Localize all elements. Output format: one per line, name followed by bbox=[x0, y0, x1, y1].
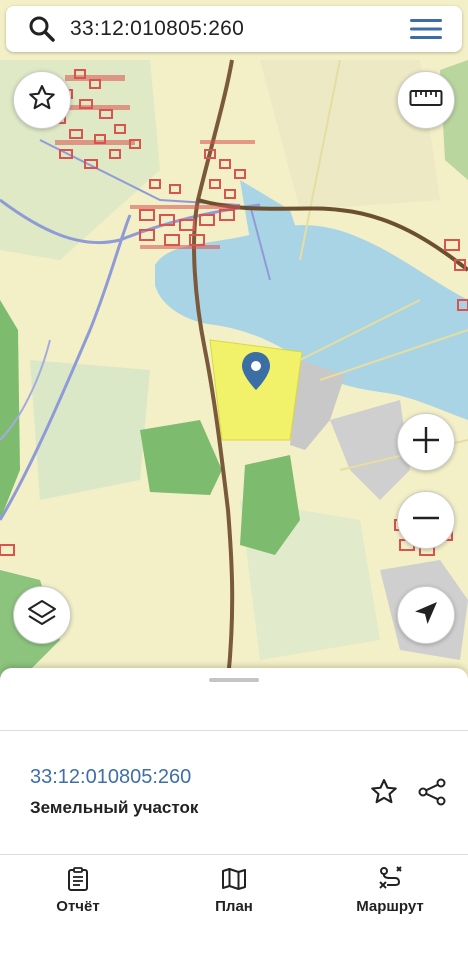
layers-icon bbox=[26, 597, 58, 634]
star-icon bbox=[369, 777, 399, 812]
ruler-icon bbox=[409, 88, 443, 113]
plus-icon bbox=[410, 424, 442, 461]
tab-route[interactable]: Маршрут bbox=[312, 858, 468, 928]
ruler-button[interactable] bbox=[397, 71, 455, 129]
star-icon bbox=[27, 83, 57, 118]
favorites-button[interactable] bbox=[13, 71, 71, 129]
report-icon bbox=[65, 866, 91, 892]
parcel-number: 33:12:010805:260 bbox=[30, 766, 192, 788]
zoom-in-button[interactable] bbox=[397, 413, 455, 471]
tab-route-label: Маршрут bbox=[356, 898, 424, 915]
sheet-drag-handle[interactable] bbox=[209, 678, 259, 682]
map-view[interactable]: 33:12:010805:260 bbox=[0, 0, 468, 680]
minus-icon bbox=[410, 502, 442, 539]
search-bar[interactable]: 33:12:010805:260 bbox=[6, 6, 462, 52]
field-area bbox=[30, 360, 150, 500]
zoom-out-button[interactable] bbox=[397, 491, 455, 549]
layers-button[interactable] bbox=[13, 586, 71, 644]
tab-plan[interactable]: План bbox=[156, 858, 312, 928]
my-location-button[interactable] bbox=[397, 586, 455, 644]
bottom-tab-bar: Отчёт План Маршрут bbox=[0, 858, 468, 928]
divider bbox=[0, 854, 468, 855]
info-sheet[interactable]: 33:12:010805:260 Земельный участок Отчёт… bbox=[0, 668, 468, 960]
share-icon bbox=[417, 777, 447, 812]
parcel-type: Земельный участок bbox=[30, 798, 199, 817]
map-plan-icon bbox=[221, 866, 247, 892]
search-input[interactable]: 33:12:010805:260 bbox=[70, 17, 408, 41]
hamburger-menu-icon[interactable] bbox=[408, 14, 444, 44]
search-icon[interactable] bbox=[26, 13, 58, 45]
add-favorite-button[interactable] bbox=[366, 776, 402, 812]
tab-plan-label: План bbox=[215, 898, 253, 915]
navigation-arrow-icon bbox=[412, 599, 440, 632]
route-icon bbox=[377, 866, 403, 892]
divider bbox=[0, 730, 468, 731]
tab-report-label: Отчёт bbox=[56, 898, 100, 915]
tab-report[interactable]: Отчёт bbox=[0, 858, 156, 928]
share-button[interactable] bbox=[414, 776, 450, 812]
